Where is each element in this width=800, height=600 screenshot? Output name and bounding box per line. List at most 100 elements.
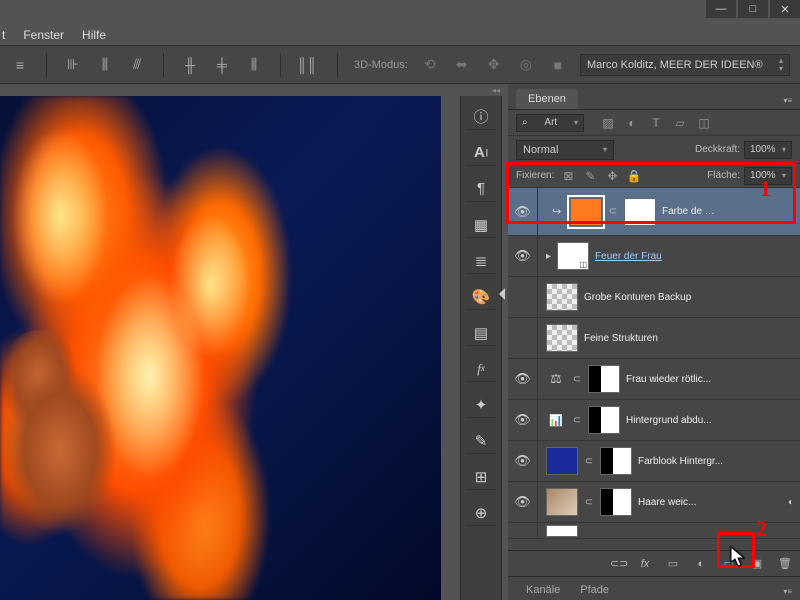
new-group-icon[interactable]: ▭ xyxy=(722,557,736,570)
layer-name[interactable]: Feuer der Frau xyxy=(595,251,662,262)
brushes-panel-icon[interactable]: ✎ xyxy=(466,428,496,454)
new-adjustment-icon[interactable]: ◐ xyxy=(694,558,708,570)
align-center-icon[interactable]: ⫼ xyxy=(95,55,115,75)
layer-thumb[interactable] xyxy=(546,525,578,537)
layer-row[interactable]: Feine Strukturen xyxy=(508,318,800,359)
mode3d-orbit-icon[interactable]: ⟲ xyxy=(420,55,440,75)
visibility-toggle[interactable] xyxy=(508,318,538,358)
add-mask-icon[interactable]: ▭ xyxy=(666,557,680,570)
menu-fenster[interactable]: Fenster xyxy=(23,28,64,42)
visibility-toggle[interactable]: 👁 xyxy=(508,400,538,440)
mode3d-render-icon[interactable]: ■ xyxy=(548,55,568,75)
layer-row[interactable]: 👁 ⊂ Farblook Hintergr... xyxy=(508,441,800,482)
distrib-v-icon[interactable]: ╪ xyxy=(212,55,232,75)
distrib-c-icon[interactable]: ⫼ xyxy=(244,55,264,75)
layer-mask-thumb[interactable] xyxy=(600,447,632,475)
layer-row[interactable]: 👁 ⊂ Haare weic... ◐ xyxy=(508,482,800,523)
layer-thumb[interactable] xyxy=(546,488,578,516)
panel-menu-icon[interactable]: ▾≡ xyxy=(775,92,800,109)
link-layers-icon[interactable]: ⊂⊃ xyxy=(610,557,624,570)
link-mask-icon[interactable]: ⊂ xyxy=(584,456,594,467)
link-mask-icon[interactable]: ⊂ xyxy=(572,415,582,426)
link-mask-icon[interactable]: ⊂ xyxy=(572,374,582,385)
color-panel-icon[interactable]: 🎨 xyxy=(466,284,496,310)
document-canvas[interactable] xyxy=(0,96,441,600)
menu-hilfe[interactable]: Hilfe xyxy=(82,28,106,42)
paragraph-panel-icon[interactable]: ¶ xyxy=(466,176,496,202)
visibility-toggle[interactable]: 👁 xyxy=(508,482,538,522)
lock-pixel-icon[interactable]: ✎ xyxy=(582,168,598,184)
history-panel-icon[interactable]: ≣ xyxy=(466,248,496,274)
layer-name[interactable]: Farblook Hintergr... xyxy=(638,456,723,467)
align-right-icon[interactable]: ⫻ xyxy=(127,55,147,75)
menu-cropped[interactable]: t xyxy=(2,28,5,42)
visibility-toggle[interactable]: 👁 xyxy=(508,441,538,481)
visibility-toggle[interactable]: 👁 xyxy=(508,236,538,276)
lock-trans-icon[interactable]: ⊠ xyxy=(560,168,576,184)
panel-menu-icon[interactable]: ▾≡ xyxy=(775,583,800,600)
layer-name[interactable]: Hintergrund abdu... xyxy=(626,415,712,426)
align-left-icon[interactable]: ⊪ xyxy=(63,55,83,75)
tool-presets-icon[interactable]: ⊞ xyxy=(466,464,496,490)
layer-name[interactable]: Feine Strukturen xyxy=(584,333,658,344)
link-mask-icon[interactable]: ⊂ xyxy=(608,206,618,217)
paths-tab[interactable]: Pfade xyxy=(570,580,619,600)
filter-shape-icon[interactable]: ▱ xyxy=(672,115,688,131)
new-layer-icon[interactable]: ▣ xyxy=(750,557,764,570)
layer-mask-thumb[interactable] xyxy=(588,406,620,434)
fx-icon[interactable]: fx xyxy=(638,558,652,570)
doc-collapse-icon[interactable]: ◂◂ xyxy=(448,84,500,96)
expand-toggle-icon[interactable]: ▸ xyxy=(546,251,551,262)
fill-input[interactable]: 100% ▾ xyxy=(744,167,792,185)
filter-pixel-icon[interactable]: ▨ xyxy=(600,115,616,131)
layer-mask-thumb[interactable] xyxy=(624,198,656,226)
layer-name[interactable]: Grobe Konturen Backup xyxy=(584,292,691,303)
layer-fx-badge[interactable]: ◐ xyxy=(788,497,794,508)
layer-name[interactable]: Frau wieder rötlic... xyxy=(626,374,711,385)
adjustments-panel-icon[interactable]: ▤ xyxy=(466,320,496,346)
layer-row[interactable]: 👁 📊 ⊂ Hintergrund abdu... xyxy=(508,400,800,441)
visibility-toggle[interactable] xyxy=(508,277,538,317)
link-mask-icon[interactable]: ⊂ xyxy=(584,497,594,508)
swatches-panel-icon[interactable]: ▦ xyxy=(466,212,496,238)
clone-source-icon[interactable]: ⊕ xyxy=(466,500,496,526)
window-minimize-button[interactable]: — xyxy=(706,0,736,18)
lock-pos-icon[interactable]: ✥ xyxy=(604,168,620,184)
layer-row[interactable]: 👁 ▸ ◫ Feuer der Frau xyxy=(508,236,800,277)
mode3d-pan-icon[interactable]: ⬌ xyxy=(452,55,472,75)
layer-thumb[interactable] xyxy=(546,283,578,311)
align-icon[interactable]: ≡ xyxy=(10,55,30,75)
delete-layer-icon[interactable]: 🗑 xyxy=(778,557,792,570)
info-panel-icon[interactable]: ⓘ xyxy=(466,104,496,130)
layer-mask-thumb[interactable] xyxy=(588,365,620,393)
layer-thumb[interactable]: ◫ xyxy=(557,242,589,270)
visibility-toggle[interactable]: 👁 xyxy=(508,359,538,399)
workspace-selector[interactable]: Marco Kolditz, MEER DER IDEEN® ▴▾ xyxy=(580,54,790,76)
mode3d-dolly-icon[interactable]: ✥ xyxy=(484,55,504,75)
blend-mode-select[interactable]: Normal ▾ xyxy=(516,140,614,160)
distrib-h-icon[interactable]: ╫ xyxy=(180,55,200,75)
filter-type-icon[interactable]: T xyxy=(648,115,664,131)
layers-tab[interactable]: Ebenen xyxy=(516,89,578,109)
layer-row[interactable]: 👁 ⚖ ⊂ Frau wieder rötlic... xyxy=(508,359,800,400)
window-close-button[interactable]: ✕ xyxy=(770,0,800,18)
character-panel-icon[interactable]: A| xyxy=(466,140,496,166)
layer-row[interactable]: 👁 ↪ ⊂ Farbe de … xyxy=(508,188,800,236)
styles-panel-icon[interactable]: fx xyxy=(466,356,496,382)
layer-row[interactable]: Grobe Konturen Backup xyxy=(508,277,800,318)
visibility-toggle[interactable]: 👁 xyxy=(508,188,538,235)
channels-tab[interactable]: Kanäle xyxy=(516,580,570,600)
mode3d-cam-icon[interactable]: ◎ xyxy=(516,55,536,75)
layer-name[interactable]: Farbe de … xyxy=(662,206,715,217)
filter-adjust-icon[interactable]: ◐ xyxy=(624,115,640,131)
opacity-input[interactable]: 100% ▾ xyxy=(744,141,792,159)
layer-thumb[interactable] xyxy=(546,447,578,475)
layer-thumb[interactable] xyxy=(570,198,602,226)
lock-all-icon[interactable]: 🔒 xyxy=(626,168,642,184)
layer-mask-thumb[interactable] xyxy=(600,488,632,516)
nav-panel-icon[interactable]: ✦ xyxy=(466,392,496,418)
layer-name[interactable]: Haare weic... xyxy=(638,497,696,508)
layer-filter-type[interactable]: ⌕ Art ▾ xyxy=(516,114,584,132)
window-maximize-button[interactable]: □ xyxy=(738,0,768,18)
layer-row[interactable] xyxy=(508,523,800,539)
